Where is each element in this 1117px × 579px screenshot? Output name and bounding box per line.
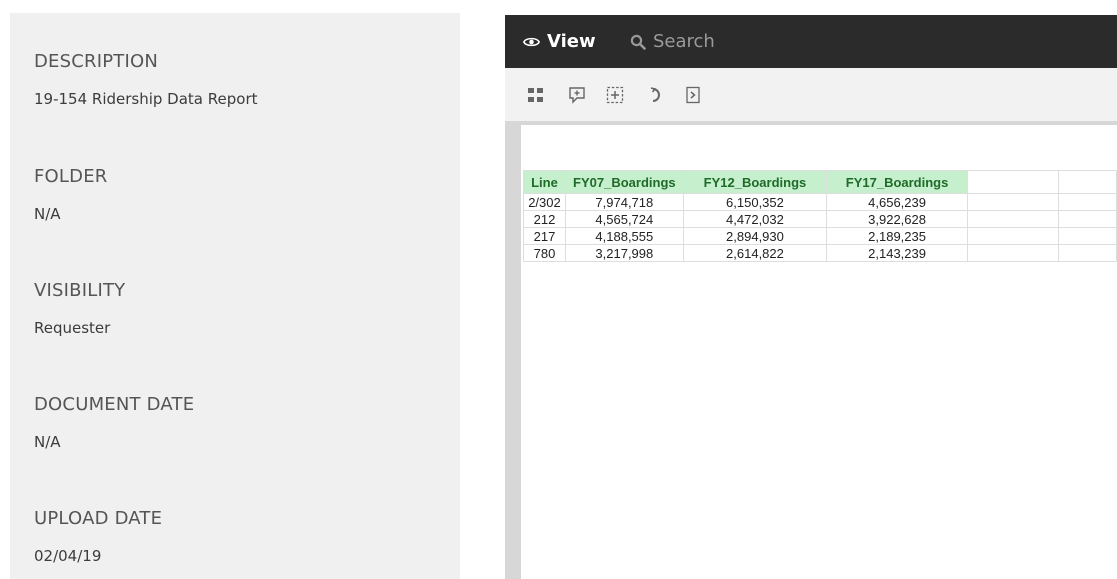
document-page: Line FY07_Boardings FY12_Boardings FY17_… — [521, 125, 1117, 579]
upload-date-section: UPLOAD DATE 02/04/19 — [34, 508, 162, 565]
table-row: 2/302 7,974,718 6,150,352 4,656,239 — [523, 193, 1117, 211]
table-cell: 3,922,628 — [826, 210, 968, 228]
visibility-value: Requester — [34, 319, 111, 337]
table-cell: 780 — [523, 244, 566, 262]
folder-section: FOLDER N/A — [34, 166, 108, 223]
document-date-value: N/A — [34, 433, 61, 451]
table-cell: 2,143,239 — [826, 244, 968, 262]
empty-cell — [1058, 170, 1117, 194]
comment-button[interactable] — [568, 86, 586, 104]
table-cell: 4,656,239 — [826, 193, 968, 211]
document-date-section: DOCUMENT DATE N/A — [34, 394, 194, 451]
rotate-icon — [650, 87, 660, 102]
thumbnails-icon — [528, 88, 543, 102]
table-row: 780 3,217,998 2,614,822 2,143,239 — [523, 244, 1117, 262]
document-date-label: DOCUMENT DATE — [34, 394, 195, 415]
zoom-fit-icon — [606, 86, 624, 104]
empty-cell — [1058, 244, 1117, 262]
column-header: FY12_Boardings — [682, 170, 828, 194]
table-row: 217 4,188,555 2,894,930 2,189,235 — [523, 227, 1117, 245]
empty-cell — [966, 227, 1060, 245]
viewer-toolbar — [505, 68, 1117, 121]
document-viewer: View Search Line FY07_Boardings FY12_Boa… — [505, 15, 1117, 579]
empty-cell — [966, 244, 1060, 262]
column-header: Line — [523, 170, 566, 194]
empty-cell — [1058, 227, 1117, 245]
table-cell: 2,614,822 — [682, 244, 828, 262]
description-label: DESCRIPTION — [34, 51, 159, 72]
comment-icon — [569, 87, 585, 104]
empty-cell — [966, 210, 1060, 228]
visibility-label: VISIBILITY — [34, 280, 126, 301]
table-cell: 3,217,998 — [564, 244, 684, 262]
thumbnails-button[interactable] — [527, 86, 545, 104]
table-cell: 7,974,718 — [564, 193, 684, 211]
export-page-button[interactable] — [684, 86, 702, 104]
viewer-tab-bar: View Search — [505, 15, 1117, 68]
tab-search[interactable]: Search — [630, 15, 715, 68]
folder-value: N/A — [34, 205, 61, 223]
description-section: DESCRIPTION 19-154 Ridership Data Report — [34, 51, 258, 108]
upload-date-value: 02/04/19 — [34, 547, 102, 565]
export-page-icon — [686, 86, 700, 104]
table-cell: 2/302 — [523, 193, 566, 211]
column-header: FY07_Boardings — [564, 170, 684, 194]
tab-search-label: Search — [653, 31, 715, 52]
description-value: 19-154 Ridership Data Report — [34, 90, 258, 108]
empty-cell — [966, 193, 1060, 211]
table-cell: 6,150,352 — [682, 193, 828, 211]
folder-label: FOLDER — [34, 166, 108, 187]
eye-icon — [523, 37, 540, 46]
table-header-row: Line FY07_Boardings FY12_Boardings FY17_… — [523, 170, 1117, 194]
table-cell: 4,188,555 — [564, 227, 684, 245]
document-metadata-panel: DESCRIPTION 19-154 Ridership Data Report… — [10, 13, 460, 579]
empty-cell — [1058, 193, 1117, 211]
rotate-button[interactable] — [646, 86, 664, 104]
empty-cell — [1058, 210, 1117, 228]
document-page-area[interactable]: Line FY07_Boardings FY12_Boardings FY17_… — [505, 121, 1117, 579]
zoom-fit-button[interactable] — [606, 86, 624, 104]
table-cell: 4,565,724 — [564, 210, 684, 228]
table-row: 212 4,565,724 4,472,032 3,922,628 — [523, 210, 1117, 228]
column-header: FY17_Boardings — [826, 170, 968, 194]
search-icon — [630, 34, 646, 50]
tab-view[interactable]: View — [523, 15, 596, 68]
tab-view-label: View — [547, 31, 596, 52]
table-cell: 2,189,235 — [826, 227, 968, 245]
ridership-table: Line FY07_Boardings FY12_Boardings FY17_… — [523, 170, 1117, 262]
table-cell: 2,894,930 — [682, 227, 828, 245]
table-cell: 4,472,032 — [682, 210, 828, 228]
empty-cell — [966, 170, 1060, 194]
table-cell: 212 — [523, 210, 566, 228]
table-cell: 217 — [523, 227, 566, 245]
visibility-section: VISIBILITY Requester — [34, 280, 125, 337]
upload-date-label: UPLOAD DATE — [34, 508, 163, 529]
